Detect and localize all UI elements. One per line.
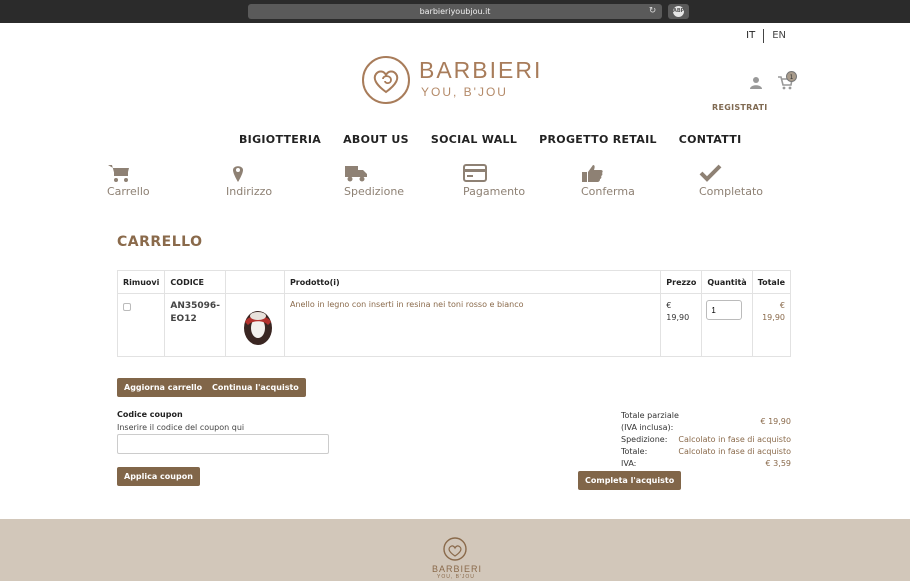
remove-checkbox[interactable]	[123, 303, 131, 311]
step-label: Completato	[699, 185, 764, 198]
total-currency: €	[779, 301, 785, 310]
cell-total: € 19,90	[751, 293, 792, 357]
footer-brand-name: BARBIERI	[432, 564, 483, 574]
total-row: Totale: Calcolato in fase di acquisto	[621, 446, 791, 458]
address-bar[interactable]: barbieriyoubjou.it ↻	[248, 4, 662, 19]
step-label: Carrello	[107, 185, 150, 198]
step-label: Pagamento	[463, 185, 526, 198]
thumbs-up-icon	[582, 165, 603, 182]
footer-brand-tagline: YOU, B'JOU	[437, 574, 475, 580]
checkout-steps: Carrello Indirizzo Spedizione Pagamento …	[107, 163, 807, 203]
cell-price: € 19,90	[660, 293, 703, 357]
adblock-extension-button[interactable]: ABP	[668, 4, 689, 19]
brand-logo[interactable]: BARBIERI YOU, B'JOU	[361, 55, 551, 107]
step-carrello: Carrello	[107, 163, 150, 198]
col-prezzo: Prezzo	[660, 270, 703, 294]
brand-name: BARBIERI	[419, 57, 543, 83]
nav-item-contatti[interactable]: CONTATTI	[679, 133, 742, 146]
logo-heart-icon	[362, 56, 410, 104]
step-pagamento: Pagamento	[463, 163, 525, 198]
footer-logo-heart-icon[interactable]	[436, 535, 474, 565]
subtotal-row: Totale parziale (IVA inclusa): € 19,90	[621, 410, 791, 434]
step-completato: Completato	[699, 163, 763, 198]
nav-item-about-us[interactable]: ABOUT US	[343, 133, 409, 146]
total-label: Totale:	[621, 447, 648, 456]
cell-code: AN35096- EO12	[164, 293, 226, 357]
cell-quantity	[701, 293, 753, 357]
step-spedizione: Spedizione	[344, 163, 404, 198]
step-conferma: Conferma	[581, 163, 635, 198]
cell-remove	[116, 293, 166, 357]
price-currency: €	[666, 301, 672, 310]
step-label: Conferma	[581, 185, 635, 198]
browser-toolbar: barbieriyoubjou.it ↻ ABP	[0, 0, 910, 23]
shipping-row: Spedizione: Calcolato in fase di acquist…	[621, 434, 791, 446]
quantity-input[interactable]	[706, 300, 743, 320]
url-text: barbieriyoubjou.it	[419, 7, 491, 16]
main-nav: BIGIOTTERIA ABOUT US SOCIAL WALL PROGETT…	[239, 133, 763, 146]
subtotal-value: € 19,90	[760, 417, 791, 426]
vat-value: € 3,59	[765, 459, 791, 468]
register-link[interactable]: REGISTRATI	[712, 103, 768, 112]
coupon-title: Codice coupon	[117, 410, 183, 419]
shipping-label: Spedizione:	[621, 435, 668, 444]
cell-product: Anello in legno con inserti in resina ne…	[283, 293, 662, 357]
col-codice: CODICE	[164, 270, 226, 294]
checkout-button[interactable]: Completa l'acquisto	[578, 471, 682, 490]
reload-icon[interactable]: ↻	[647, 6, 658, 17]
update-cart-button[interactable]: Aggiorna carrello	[117, 378, 210, 397]
lang-it[interactable]: IT	[738, 29, 765, 43]
checkmark-icon	[699, 164, 722, 182]
user-icon[interactable]	[749, 76, 763, 90]
continue-shopping-button[interactable]: Continua l'acquisto	[205, 378, 306, 397]
shipping-value: Calcolato in fase di acquisto	[678, 435, 791, 444]
col-totale: Totale	[751, 270, 792, 294]
cell-image	[224, 293, 285, 357]
cart-count-badge[interactable]: 1	[786, 71, 797, 82]
grand-total-value: Calcolato in fase di acquisto	[678, 447, 791, 456]
nav-item-bigiotteria[interactable]: BIGIOTTERIA	[239, 133, 321, 146]
page-title: CARRELLO	[117, 234, 203, 250]
step-label: Spedizione	[344, 185, 405, 198]
coupon-hint: Inserire il codice del coupon qui	[117, 423, 245, 432]
nav-item-progetto-retail[interactable]: PROGETTO RETAIL	[539, 133, 657, 146]
product-name-link[interactable]: Anello in legno con inserti in resina ne…	[290, 300, 524, 309]
col-rimuovi: Rimuovi	[116, 270, 166, 294]
table-header-row: Rimuovi CODICE Prodotto(i) Prezzo Quanti…	[116, 270, 792, 294]
cart-totals: Totale parziale (IVA inclusa): € 19,90 S…	[621, 410, 791, 470]
truck-icon	[345, 166, 367, 182]
vat-row: IVA: € 3,59	[621, 458, 791, 470]
col-quantita: Quantità	[701, 270, 753, 294]
product-thumbnail[interactable]	[240, 304, 276, 348]
coupon-input[interactable]	[117, 434, 329, 454]
step-indirizzo: Indirizzo	[226, 163, 272, 198]
nav-item-social-wall[interactable]: SOCIAL WALL	[431, 133, 517, 146]
table-row: AN35096- EO12 Anello in legno con insert…	[116, 293, 792, 357]
cart-icon	[108, 165, 129, 182]
footer: BARBIERI YOU, B'JOU	[0, 519, 910, 581]
language-switcher: IT EN	[738, 29, 794, 43]
col-image	[224, 270, 285, 294]
apply-coupon-button[interactable]: Applica coupon	[117, 467, 200, 486]
step-label: Indirizzo	[226, 185, 273, 198]
lang-en[interactable]: EN	[764, 29, 794, 43]
cart-table: Rimuovi CODICE Prodotto(i) Prezzo Quanti…	[116, 270, 792, 357]
col-prodotto: Prodotto(i)	[283, 270, 662, 294]
price-value: 19,90	[666, 313, 690, 322]
product-code-line1: AN35096-	[170, 301, 220, 311]
map-pin-icon	[233, 166, 243, 182]
credit-card-icon	[463, 164, 487, 182]
vat-label: IVA:	[621, 459, 637, 468]
product-code-line2: EO12	[170, 314, 197, 324]
brand-tagline: YOU, B'JOU	[421, 85, 508, 99]
adblock-icon: ABP	[673, 6, 684, 17]
total-value: 19,90	[762, 313, 785, 322]
